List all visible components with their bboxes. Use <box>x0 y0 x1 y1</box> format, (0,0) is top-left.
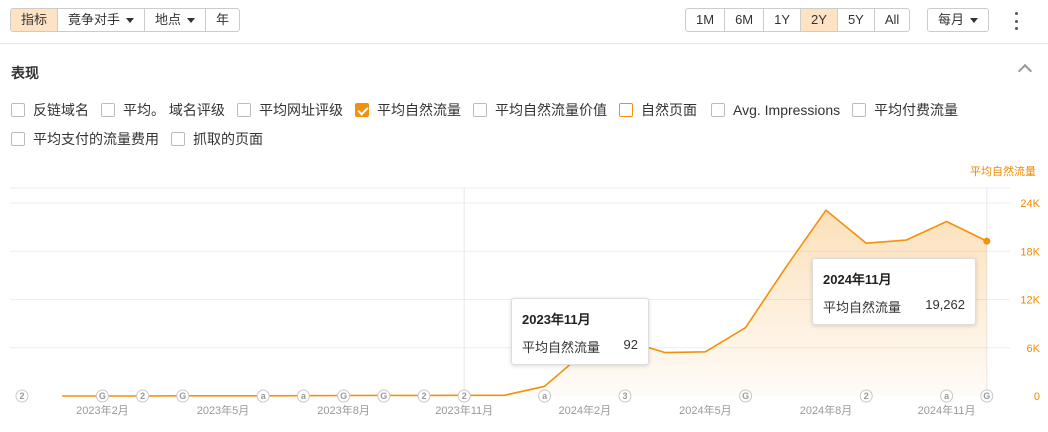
metric-avg-domain-rating[interactable]: 平均。 域名评级 <box>101 101 225 119</box>
last-point-dot <box>983 237 991 245</box>
range-selector: 1M 6M 1Y 2Y 5Y All <box>685 8 911 32</box>
annotation-marker-label: G <box>380 391 387 401</box>
range-6m-button[interactable]: 6M <box>725 9 765 31</box>
competitors-label: 竟争对手 <box>68 12 121 27</box>
annotation-marker-label: 2 <box>19 391 24 401</box>
interval-dropdown-wrap: 每月 <box>927 8 990 32</box>
tab-metrics[interactable]: 指标 <box>11 9 59 31</box>
metric-avg-paid-traffic-cost[interactable]: 平均支付的流量费用 <box>11 130 159 148</box>
chevron-down-icon <box>187 17 196 23</box>
metric-avg-organic-traffic-value[interactable]: 平均自然流量价值 <box>473 101 607 119</box>
annotation-marker-label: G <box>99 391 106 401</box>
metric-referring-domains[interactable]: 反链域名 <box>11 101 89 119</box>
metric-avg-url-rating[interactable]: 平均网址评级 <box>237 101 343 119</box>
range-label: 1M <box>696 12 715 27</box>
range-label: 6M <box>735 12 754 27</box>
checkbox-icon[interactable] <box>11 132 25 146</box>
annotation-marker-label: G <box>179 391 186 401</box>
location-label: 地点 <box>155 12 182 27</box>
checkbox-icon[interactable] <box>473 103 487 117</box>
more-options-icon[interactable] <box>1013 12 1019 30</box>
annotation-marker-label: 3 <box>622 391 627 401</box>
section-title: 表现 <box>11 65 39 81</box>
year-button[interactable]: 年 <box>206 9 239 31</box>
y-tick-label: 12K <box>1020 295 1040 307</box>
y-tick-label: 0 <box>1034 391 1040 403</box>
annotation-marker-label: G <box>340 391 347 401</box>
metric-label: 平均自然流量价值 <box>495 102 607 118</box>
view-tabs: 指标 竟争对手 地点 年 <box>10 8 241 32</box>
metric-label: 平均自然流量 <box>377 102 461 118</box>
interval-dropdown[interactable]: 每月 <box>928 9 988 31</box>
y-tick-label: 6K <box>1027 343 1041 355</box>
metric-organic-pages[interactable]: 自然页面 <box>619 101 697 119</box>
metric-label: 平均付费流量 <box>874 102 958 118</box>
x-tick-label: 2023年11月 <box>435 403 493 417</box>
range-5y-button[interactable]: 5Y <box>838 9 875 31</box>
tooltip-row: 平均自然流量 92 <box>522 337 638 356</box>
metric-label: 平均支付的流量费用 <box>33 131 159 147</box>
range-label: 1Y <box>774 12 791 27</box>
annotation-marker-label: 2 <box>140 391 145 401</box>
x-tick-label: 2023年8月 <box>317 403 370 417</box>
checkbox-icon[interactable] <box>852 103 866 117</box>
tooltip-metric: 平均自然流量 <box>522 340 601 355</box>
metric-avg-organic-traffic[interactable]: 平均自然流量 <box>355 101 461 119</box>
x-tick-label: 2024年5月 <box>679 403 732 417</box>
tooltip-value: 19,262 <box>925 297 965 312</box>
metric-avg-paid-traffic[interactable]: 平均付费流量 <box>852 101 958 119</box>
x-tick-label: 2024年2月 <box>559 403 612 417</box>
range-1m-button[interactable]: 1M <box>686 9 726 31</box>
location-dropdown[interactable]: 地点 <box>145 9 207 31</box>
metric-label: Avg. Impressions <box>733 102 841 118</box>
checkbox-icon[interactable] <box>711 103 725 117</box>
checkbox-icon[interactable] <box>171 132 185 146</box>
chevron-down-icon <box>126 17 135 23</box>
checkbox-checked-icon[interactable] <box>355 103 369 117</box>
annotation-marker-label: G <box>742 391 749 401</box>
checkbox-icon[interactable] <box>237 103 251 117</box>
range-label: 2Y <box>811 12 827 27</box>
chevron-up-icon[interactable] <box>1017 63 1033 79</box>
tooltip-metric: 平均自然流量 <box>823 300 902 315</box>
annotation-marker-label: 2 <box>421 391 426 401</box>
range-2y-button[interactable]: 2Y <box>801 9 838 31</box>
range-all-button[interactable]: All <box>875 9 909 31</box>
chevron-down-icon <box>970 17 979 23</box>
tooltip-value: 92 <box>623 337 638 352</box>
annotation-marker-label: G <box>983 391 990 401</box>
y-tick-label: 18K <box>1020 246 1040 258</box>
x-tick-label: 2023年5月 <box>197 403 250 417</box>
range-label: 5Y <box>847 12 864 27</box>
metric-label: 抓取的页面 <box>193 131 263 147</box>
tooltip-2024-11: 2024年11月 平均自然流量 19,262 <box>812 258 976 325</box>
toolbar: 指标 竟争对手 地点 年 1M 6M 1Y 2Y 5Y All 每月 <box>0 0 1048 44</box>
tooltip-2023-11: 2023年11月 平均自然流量 92 <box>511 298 649 365</box>
tooltip-date: 2023年11月 <box>522 312 591 327</box>
checkbox-icon[interactable] <box>619 103 633 117</box>
competitors-dropdown[interactable]: 竟争对手 <box>58 9 146 31</box>
checkbox-icon[interactable] <box>11 103 25 117</box>
y-axis-title: 平均自然流量 <box>970 164 1036 178</box>
tooltip-row: 平均自然流量 19,262 <box>823 297 965 316</box>
metric-avg-impressions[interactable]: Avg. Impressions <box>711 101 840 119</box>
metric-crawled-pages[interactable]: 抓取的页面 <box>171 130 263 148</box>
checkbox-icon[interactable] <box>101 103 115 117</box>
metric-label: 反链域名 <box>33 102 89 118</box>
annotation-marker-label: 2 <box>462 391 467 401</box>
metric-label: 平均网址评级 <box>259 102 343 118</box>
range-label: All <box>884 12 900 27</box>
range-1y-button[interactable]: 1Y <box>764 9 802 31</box>
x-tick-label: 2023年2月 <box>76 403 129 417</box>
year-label: 年 <box>216 12 230 27</box>
interval-label: 每月 <box>938 12 965 27</box>
x-tick-label: 2024年11月 <box>918 403 976 417</box>
metric-label: 平均。 域名评级 <box>123 102 225 118</box>
x-tick-label: 2024年8月 <box>800 403 853 417</box>
tab-metrics-label: 指标 <box>21 12 48 27</box>
annotation-marker-label: 2 <box>864 391 869 401</box>
tooltip-date: 2024年11月 <box>823 272 892 287</box>
metric-label: 自然页面 <box>641 102 697 118</box>
y-tick-label: 24K <box>1020 198 1040 210</box>
